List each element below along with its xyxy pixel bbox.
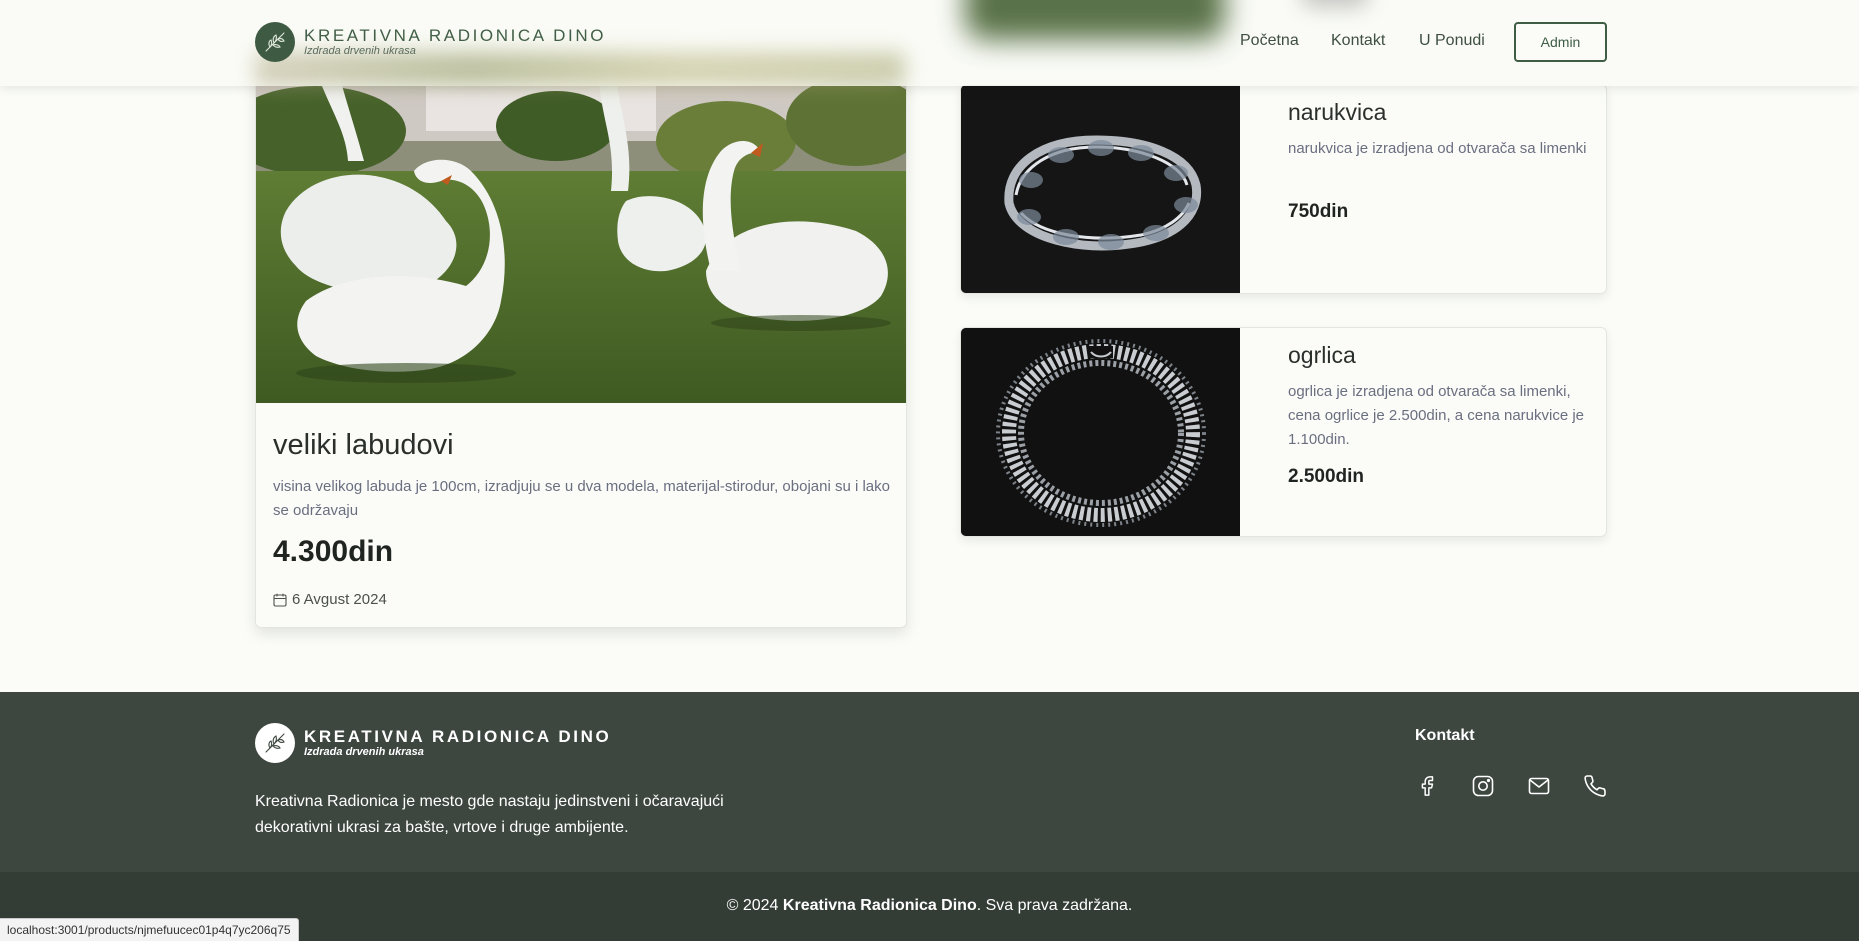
- brand-subtitle: Izdrada drvenih ukrasa: [304, 45, 416, 57]
- mail-icon[interactable]: [1525, 772, 1553, 800]
- copyright-text: © 2024 Kreativna Radionica Dino. Sva pra…: [0, 897, 1859, 915]
- leaf-logo-icon: [255, 723, 295, 763]
- product-title-ogrlica[interactable]: ogrlica: [1288, 342, 1356, 369]
- featured-product-price: 4.300din: [273, 535, 394, 568]
- footer-contact-heading: Kontakt: [1415, 727, 1475, 744]
- product-title-narukvica[interactable]: narukvica: [1288, 99, 1386, 126]
- product-card-featured[interactable]: veliki labudovi visina velikog labuda je…: [255, 70, 907, 628]
- footer-about-text: Kreativna Radionica je mesto gde nastaju…: [255, 793, 724, 836]
- copyright-brand: Kreativna Radionica Dino: [782, 897, 977, 914]
- featured-product-title[interactable]: veliki labudovi: [273, 429, 454, 462]
- product-description-narukvica: narukvica je izradjena od otvarača sa li…: [1288, 140, 1587, 157]
- site-header: KREATIVNA RADIONICA DINO Izdrada drvenih…: [0, 0, 1859, 86]
- bracelet-photo: [961, 85, 1240, 293]
- copyright-suffix: . Sva prava zadržana.: [976, 897, 1133, 914]
- header-backdrop-blur: [965, 0, 1225, 40]
- footer-brand-title: KREATIVNA RADIONICA DINO: [304, 727, 612, 746]
- calendar-icon: [273, 593, 287, 607]
- featured-product-date-text: 6 Avgust 2024: [292, 591, 387, 608]
- necklace-photo: [961, 328, 1240, 536]
- facebook-icon[interactable]: [1413, 772, 1441, 800]
- admin-button[interactable]: Admin: [1514, 22, 1607, 62]
- leaf-logo-icon: [255, 22, 295, 62]
- footer-brand-subtitle: Izdrada drvenih ukrasa: [304, 746, 424, 758]
- product-price-narukvica: 750din: [1288, 201, 1349, 222]
- status-bar-url: localhost:3001/products/njmefuucec01p4q7…: [0, 918, 299, 941]
- brand-title: KREATIVNA RADIONICA DINO: [304, 26, 607, 45]
- featured-product-description: visina velikog labuda je 100cm, izradjuj…: [273, 478, 890, 519]
- product-price-ogrlica: 2.500din: [1288, 466, 1365, 487]
- swans-photo: [256, 71, 906, 403]
- footer-logo[interactable]: KREATIVNA RADIONICA DINO Izdrada drvenih…: [255, 723, 611, 763]
- nav-u-ponudi[interactable]: U Ponudi: [1419, 32, 1485, 50]
- product-card-narukvica[interactable]: narukvica narukvica je izradjena od otva…: [960, 84, 1607, 294]
- instagram-icon[interactable]: [1469, 772, 1497, 800]
- product-card-ogrlica[interactable]: ogrlica ogrlica je izradjena od otvarača…: [960, 327, 1607, 537]
- copyright-prefix: © 2024: [726, 897, 783, 914]
- product-description-ogrlica: ogrlica je izradjena od otvarača sa lime…: [1288, 383, 1585, 448]
- featured-product-date: 6 Avgust 2024: [273, 591, 387, 608]
- phone-icon[interactable]: [1581, 772, 1609, 800]
- header-logo[interactable]: KREATIVNA RADIONICA DINO Izdrada drvenih…: [255, 22, 606, 62]
- site-footer: KREATIVNA RADIONICA DINO Izdrada drvenih…: [0, 692, 1859, 872]
- header-backdrop-blur-2: [1300, 0, 1370, 8]
- nav-kontakt[interactable]: Kontakt: [1331, 32, 1385, 50]
- nav-pocetna[interactable]: Početna: [1240, 32, 1299, 50]
